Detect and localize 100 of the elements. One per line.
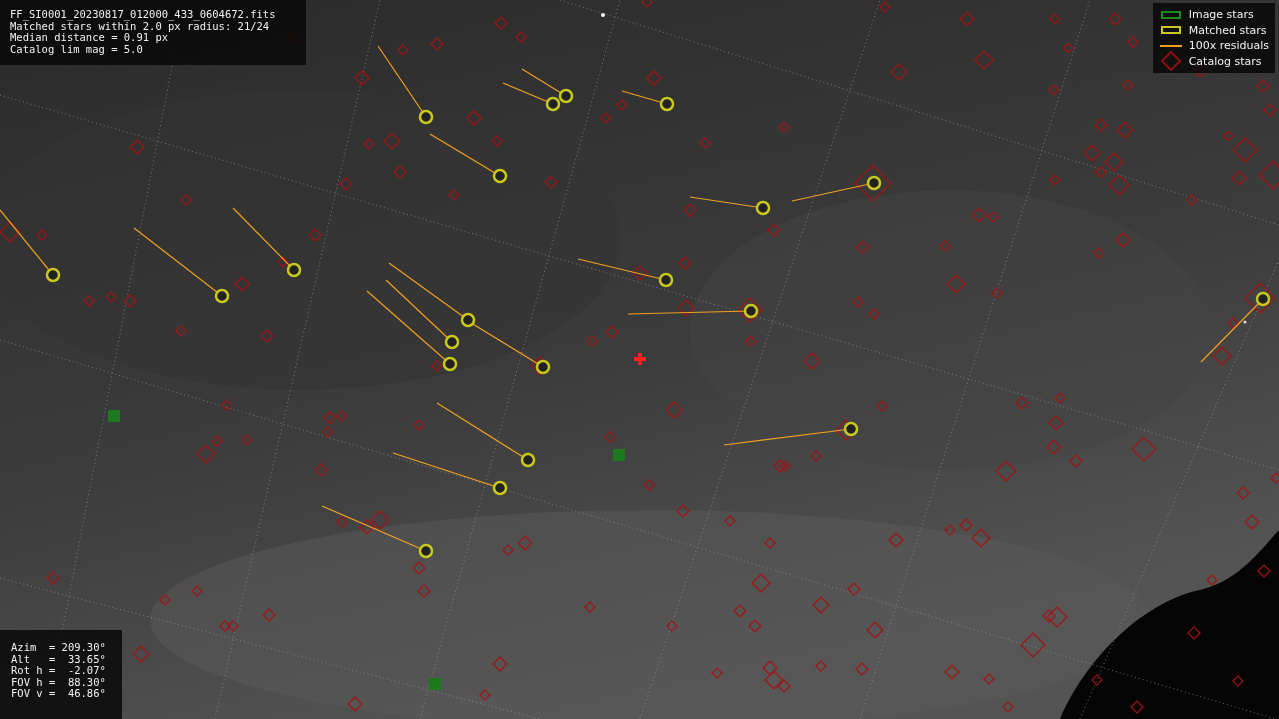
catalog-star-marker bbox=[1258, 160, 1279, 190]
catalog-star-marker bbox=[779, 460, 791, 472]
catalog-star-marker bbox=[0, 221, 21, 243]
catalog-star-marker bbox=[971, 528, 991, 548]
catalog-star-marker bbox=[852, 296, 864, 308]
catalog-star-marker bbox=[812, 596, 830, 614]
catalog-star-marker bbox=[1062, 42, 1074, 54]
catalog-star-marker bbox=[322, 426, 334, 438]
info-text: Median distance = 0.91 px bbox=[10, 32, 169, 44]
catalog-star-marker bbox=[1069, 454, 1083, 468]
catalog-star-marker bbox=[646, 70, 662, 86]
pointing-text: Rot h = -2.07° bbox=[11, 665, 107, 677]
catalog-star-marker bbox=[219, 620, 231, 632]
catalog-star-marker bbox=[748, 619, 762, 633]
catalog-star-marker bbox=[866, 621, 884, 639]
catalog-star-marker bbox=[515, 31, 527, 43]
catalog-star-marker bbox=[971, 207, 987, 223]
catalog-star-marker bbox=[959, 518, 973, 532]
catalog-star-marker bbox=[308, 228, 322, 242]
catalog-star-marker bbox=[159, 594, 171, 606]
catalog-star-marker bbox=[584, 601, 596, 613]
catalog-star-marker bbox=[397, 44, 409, 56]
catalog-star-marker bbox=[36, 229, 48, 241]
catalog-star-marker bbox=[1131, 436, 1157, 462]
catalog-star-marker bbox=[1122, 79, 1134, 91]
catalog-star-marker bbox=[767, 223, 781, 237]
catalog-star-marker bbox=[1002, 701, 1014, 713]
catalog-star-marker bbox=[1020, 632, 1046, 658]
catalog-star-marker bbox=[466, 110, 482, 126]
catalog-star-marker bbox=[1127, 36, 1139, 48]
catalog-star-marker bbox=[1093, 247, 1105, 259]
catalog-star-marker bbox=[370, 510, 390, 530]
catalog-star-marker bbox=[502, 544, 514, 556]
catalog-star-marker bbox=[359, 519, 375, 535]
catalog-star-marker bbox=[1048, 415, 1064, 431]
catalog-star-marker bbox=[764, 537, 776, 549]
pointing-text: Alt = 33.65° bbox=[11, 653, 107, 665]
catalog-star-marker bbox=[1115, 232, 1131, 248]
catalog-star-marker bbox=[1015, 396, 1029, 410]
catalog-star-marker bbox=[1130, 700, 1144, 714]
catalog-star-marker bbox=[339, 177, 353, 191]
catalog-star-marker bbox=[1257, 564, 1271, 578]
catalog-star-marker bbox=[764, 670, 784, 690]
catalog-star-marker bbox=[1212, 346, 1232, 366]
catalog-star-marker bbox=[479, 689, 491, 701]
catalog-star-marker bbox=[1186, 194, 1198, 206]
catalog-star-marker bbox=[959, 11, 975, 27]
catalog-star-marker bbox=[383, 132, 401, 150]
catalog-star-marker bbox=[856, 240, 870, 254]
catalog-star-marker bbox=[643, 479, 655, 491]
catalog-star-marker bbox=[683, 203, 697, 217]
catalog-star-marker bbox=[412, 561, 426, 575]
catalog-star-marker bbox=[336, 516, 348, 528]
catalog-star-marker bbox=[678, 256, 692, 270]
catalog-star-marker bbox=[983, 673, 995, 685]
catalog-star-marker bbox=[724, 515, 736, 527]
catalog-star-marker bbox=[1227, 317, 1239, 329]
catalog-star-marker bbox=[1116, 121, 1134, 139]
catalog-star-marker bbox=[1083, 144, 1101, 162]
catalog-star-marker bbox=[544, 175, 558, 189]
catalog-star-marker bbox=[1244, 282, 1276, 314]
catalog-star-marker bbox=[105, 291, 117, 303]
catalog-star-marker bbox=[605, 325, 619, 339]
legend-label: 100x residuals bbox=[1188, 39, 1269, 53]
catalog-star-marker bbox=[888, 532, 904, 548]
catalog-star-marker bbox=[733, 604, 747, 618]
catalog-star-marker bbox=[616, 99, 628, 111]
pointing-text: FOV h = 88.30° bbox=[11, 676, 107, 688]
catalog-star-marker bbox=[762, 660, 778, 676]
catalog-star-marker bbox=[413, 419, 425, 431]
pointing-text: FOV v = 46.86° bbox=[11, 688, 107, 700]
catalog-star-marker bbox=[946, 274, 966, 294]
center-cross-icon bbox=[634, 353, 646, 365]
catalog-star-marker bbox=[1049, 13, 1061, 25]
catalog-star-marker bbox=[745, 335, 757, 347]
catalog-star-marker bbox=[847, 582, 861, 596]
catalog-star-marker bbox=[879, 1, 891, 13]
catalog-star-marker bbox=[175, 325, 187, 337]
catalog-star-marker bbox=[314, 463, 328, 477]
catalog-star-marker bbox=[129, 139, 145, 155]
catalog-star-marker bbox=[323, 411, 337, 425]
catalog-star-marker bbox=[890, 63, 908, 81]
legend-label: Image stars bbox=[1188, 8, 1254, 22]
catalog-star-marker bbox=[241, 434, 253, 446]
catalog-star-marker bbox=[1108, 12, 1122, 26]
catalog-star-marker bbox=[778, 121, 790, 133]
catalog-star-marker bbox=[803, 352, 821, 370]
catalog-star-marker bbox=[491, 135, 503, 147]
catalog-star-marker bbox=[494, 16, 508, 30]
catalog-star-marker bbox=[191, 585, 203, 597]
catalog-star-marker bbox=[227, 620, 239, 632]
catalog-star-marker bbox=[676, 504, 690, 518]
catalog-star-marker bbox=[354, 70, 370, 86]
catalog-star-marker bbox=[604, 431, 616, 443]
catalog-star-marker bbox=[995, 460, 1017, 482]
catalog-star-marker bbox=[234, 276, 250, 292]
catalog-star-marker bbox=[773, 459, 787, 473]
catalog-star-marker bbox=[737, 297, 763, 323]
catalog-star-marker bbox=[815, 660, 827, 672]
catalog-star-marker bbox=[1256, 79, 1270, 93]
